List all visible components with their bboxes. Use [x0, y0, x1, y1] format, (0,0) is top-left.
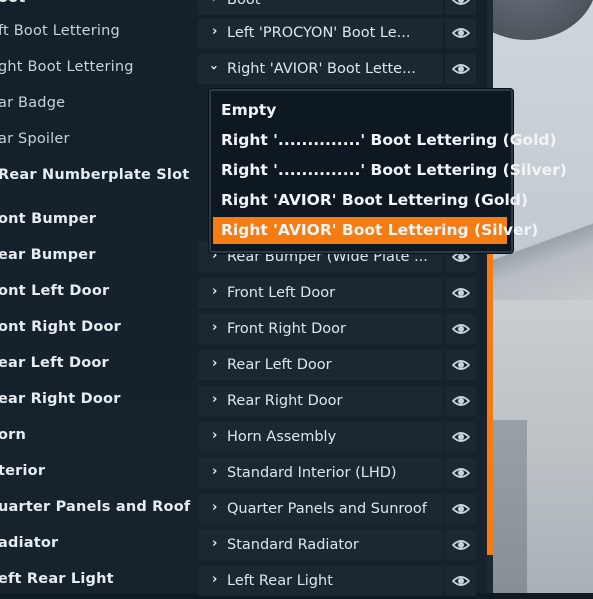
part-selector-value: Front Left Door — [227, 285, 336, 301]
part-selector[interactable]: › Left 'PROCYON' Boot Le... — [198, 18, 443, 48]
part-selector[interactable]: › Horn Assembly — [198, 422, 443, 452]
part-slot-label: ont Bumper — [0, 211, 97, 227]
part-slot-label: orn — [0, 427, 27, 443]
dropdown-option[interactable]: Right '..............' Boot Lettering (S… — [213, 157, 567, 184]
chevron-right-icon: › — [212, 320, 218, 335]
eye-icon — [452, 504, 470, 514]
part-slot-label: oot — [0, 0, 25, 6]
part-options-dropdown: Empty Right '..............' Boot Letter… — [209, 89, 567, 253]
part-slot-label: eft Rear Light — [0, 571, 114, 587]
part-selector-value: Boot — [227, 0, 261, 8]
part-slot-label: terior — [0, 463, 46, 479]
part-slot-label: ear Right Door — [0, 391, 121, 407]
part-row: ont Left Door › Front Left Door — [0, 275, 487, 311]
part-row: eft Rear Light › Left Rear Light — [0, 563, 487, 599]
part-slot-label: uarter Panels and Roof — [0, 499, 191, 515]
chevron-right-icon: › — [212, 500, 218, 515]
chevron-right-icon: › — [212, 392, 218, 407]
part-slot-label: ght Boot Lettering — [0, 59, 134, 75]
eye-icon — [452, 288, 470, 298]
eye-icon — [452, 324, 470, 334]
part-selector-value: Left Rear Light — [227, 573, 333, 589]
visibility-toggle[interactable] — [445, 566, 476, 596]
part-slot-label: adiator — [0, 535, 59, 551]
chevron-right-icon: › — [212, 24, 218, 39]
part-selector[interactable]: › Quarter Panels and Sunroof — [198, 494, 443, 524]
part-selector[interactable]: › Front Left Door — [198, 278, 443, 308]
part-selector-open[interactable]: › Right 'AVIOR' Boot Lette... — [198, 54, 443, 84]
part-row: terior › Standard Interior (LHD) — [0, 455, 487, 491]
chevron-right-icon: › — [212, 0, 217, 6]
part-selector[interactable]: › Standard Radiator — [198, 530, 443, 560]
visibility-toggle[interactable] — [445, 0, 476, 15]
part-selector-value: Rear Left Door — [227, 357, 332, 373]
chevron-right-icon: › — [212, 536, 218, 551]
visibility-toggle[interactable] — [445, 458, 476, 488]
chevron-right-icon: › — [212, 428, 218, 443]
part-row: ear Right Door › Rear Right Door — [0, 383, 487, 419]
eye-icon — [452, 28, 470, 38]
ground-shadow — [487, 420, 527, 593]
visibility-toggle[interactable] — [445, 54, 476, 84]
eye-icon — [452, 468, 470, 478]
part-selector-value: Quarter Panels and Sunroof — [227, 501, 427, 517]
eye-icon — [452, 540, 470, 550]
eye-icon — [452, 360, 470, 370]
visibility-toggle[interactable] — [445, 422, 476, 452]
visibility-toggle[interactable] — [445, 386, 476, 416]
part-selector-value: Horn Assembly — [227, 429, 337, 445]
dropdown-option-selected[interactable]: Right 'AVIOR' Boot Lettering (Silver) — [213, 217, 538, 244]
chevron-down-icon: › — [206, 64, 222, 71]
part-selector-value: Rear Right Door — [227, 393, 343, 409]
part-row: ear Left Door › Rear Left Door — [0, 347, 487, 383]
part-slot-label: ear Left Door — [0, 355, 109, 371]
part-selector-value: Left 'PROCYON' Boot Le... — [227, 25, 411, 41]
chevron-right-icon: › — [212, 356, 218, 371]
part-slot-label: ont Left Door — [0, 283, 110, 299]
part-selector[interactable]: › Rear Right Door — [198, 386, 443, 416]
chevron-right-icon: › — [212, 464, 218, 479]
eye-icon — [452, 432, 470, 442]
part-row: uarter Panels and Roof › Quarter Panels … — [0, 491, 487, 527]
part-selector[interactable]: › Boot — [198, 0, 443, 15]
visibility-toggle[interactable] — [445, 314, 476, 344]
part-selector[interactable]: › Rear Left Door — [198, 350, 443, 380]
part-selector-value: Standard Radiator — [227, 537, 359, 553]
part-row: ft Boot Lettering › Left 'PROCYON' Boot … — [0, 15, 487, 51]
part-selector[interactable]: › Standard Interior (LHD) — [198, 458, 443, 488]
visibility-toggle[interactable] — [445, 350, 476, 380]
part-slot-label: Rear Numberplate Slot — [0, 167, 190, 183]
visibility-toggle[interactable] — [445, 18, 476, 48]
eye-icon — [452, 64, 470, 74]
part-selector[interactable]: › Front Right Door — [198, 314, 443, 344]
eye-icon — [452, 0, 470, 5]
chevron-right-icon: › — [212, 572, 218, 587]
visibility-toggle[interactable] — [445, 278, 476, 308]
part-selector[interactable]: › Left Rear Light — [198, 566, 443, 596]
part-slot-label: ar Badge — [0, 95, 66, 111]
part-selector-value: Front Right Door — [227, 321, 346, 337]
part-slot-label: ont Right Door — [0, 319, 121, 335]
part-row: ont Right Door › Front Right Door — [0, 311, 487, 347]
dropdown-option[interactable]: Right 'AVIOR' Boot Lettering (Gold) — [213, 187, 528, 214]
vehicle-body — [487, 0, 593, 40]
part-selector-value: Right 'AVIOR' Boot Lette... — [227, 61, 416, 77]
visibility-toggle[interactable] — [445, 494, 476, 524]
part-slot-label: ar Spoiler — [0, 131, 70, 147]
part-slot-label: ear Bumper — [0, 247, 96, 263]
eye-icon — [452, 576, 470, 586]
part-slot-label: ft Boot Lettering — [0, 23, 120, 39]
dropdown-option[interactable]: Empty — [213, 97, 507, 124]
part-selector-value: Standard Interior (LHD) — [227, 465, 397, 481]
dropdown-option[interactable]: Right '..............' Boot Lettering (G… — [213, 127, 557, 154]
visibility-toggle[interactable] — [445, 530, 476, 560]
chevron-right-icon: › — [212, 284, 218, 299]
part-row: adiator › Standard Radiator — [0, 527, 487, 563]
part-row: orn › Horn Assembly — [0, 419, 487, 455]
part-row: ght Boot Lettering › Right 'AVIOR' Boot … — [0, 51, 487, 87]
eye-icon — [452, 396, 470, 406]
